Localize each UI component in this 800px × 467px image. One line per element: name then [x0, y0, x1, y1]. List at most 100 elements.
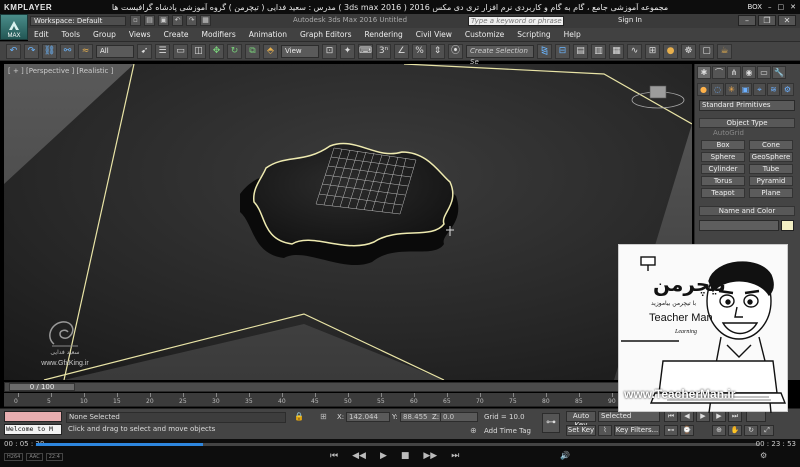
- perspective-viewport[interactable]: [ + ] [Perspective ] [Realistic ]: [4, 64, 692, 380]
- viewport-label[interactable]: [ + ] [Perspective ] [Realistic ]: [8, 67, 113, 75]
- minimize-icon[interactable]: –: [738, 15, 756, 26]
- listener-output[interactable]: Welcome to M: [4, 424, 62, 435]
- menu-animation[interactable]: Animation: [249, 30, 287, 39]
- maxscript-mini-listener[interactable]: [4, 411, 62, 422]
- pivot-center-icon[interactable]: ⊡: [322, 43, 337, 59]
- ribbon-icon[interactable]: ▦: [609, 43, 624, 59]
- zoom-extents-icon[interactable]: ⊕: [712, 425, 726, 436]
- redo-icon[interactable]: ↷: [186, 15, 197, 26]
- sphere-button[interactable]: Sphere: [701, 152, 745, 162]
- motion-tab-icon[interactable]: ◉: [742, 66, 756, 79]
- hierarchy-tab-icon[interactable]: ⋔: [727, 66, 741, 79]
- pan-view-icon[interactable]: ✋: [728, 425, 742, 436]
- orbit-icon[interactable]: ↻: [744, 425, 758, 436]
- time-slider[interactable]: 0 / 100: [4, 382, 692, 392]
- render-production-icon[interactable]: ☕: [717, 43, 732, 59]
- utilities-tab-icon[interactable]: 🔧: [772, 66, 786, 79]
- name-and-color-rollout[interactable]: Name and Color: [699, 206, 795, 216]
- object-name-input[interactable]: [699, 220, 779, 231]
- spinner-snap-icon[interactable]: ⇕: [430, 43, 445, 59]
- z-coordinate-field[interactable]: 0.0: [440, 412, 478, 422]
- scene-explorer-icon[interactable]: ▥: [591, 43, 606, 59]
- render-setup-icon[interactable]: ☸: [681, 43, 696, 59]
- helpers-icon[interactable]: ⌖: [753, 83, 766, 96]
- rendered-frame-window-icon[interactable]: ▢: [699, 43, 714, 59]
- unlink-icon[interactable]: ⚯: [60, 43, 75, 59]
- player-close-icon[interactable]: ✕: [790, 3, 796, 11]
- percent-snap-icon[interactable]: %: [412, 43, 427, 59]
- set-key-button[interactable]: Set Key: [566, 425, 596, 436]
- player-stop-icon[interactable]: ■: [401, 451, 410, 461]
- menu-modifiers[interactable]: Modifiers: [202, 30, 236, 39]
- time-tag-icon[interactable]: ⊕: [470, 426, 477, 435]
- player-rewind-icon[interactable]: ◀◀: [352, 451, 366, 461]
- lock-selection-icon[interactable]: 🔒: [294, 412, 304, 421]
- seek-bar[interactable]: [36, 443, 760, 446]
- menu-edit[interactable]: Edit: [34, 30, 49, 39]
- workspace-dropdown[interactable]: Workspace: Default: [30, 16, 126, 26]
- edit-named-selection-icon[interactable]: ⦿: [448, 43, 463, 59]
- redo-toolbar-icon[interactable]: ↷: [24, 43, 39, 59]
- player-minimize-icon[interactable]: –: [768, 3, 772, 11]
- selection-filter-dropdown[interactable]: All: [96, 44, 134, 58]
- mirror-icon[interactable]: ⧎: [537, 43, 552, 59]
- named-selection-sets-dropdown[interactable]: Create Selection Se: [466, 44, 534, 66]
- tube-button[interactable]: Tube: [749, 164, 793, 174]
- pyramid-button[interactable]: Pyramid: [749, 176, 793, 186]
- project-folder-icon[interactable]: ▦: [200, 15, 211, 26]
- move-icon[interactable]: ✥: [209, 43, 224, 59]
- player-play-icon[interactable]: ▶: [380, 451, 387, 461]
- key-filters-button[interactable]: Key Filters...: [614, 425, 660, 436]
- angle-snap-icon[interactable]: ∠: [394, 43, 409, 59]
- add-time-tag-button[interactable]: Add Time Tag: [484, 427, 531, 435]
- app-menu-button[interactable]: MAX: [0, 14, 28, 40]
- link-icon[interactable]: ⛓: [42, 43, 57, 59]
- object-type-rollout[interactable]: Object Type: [699, 118, 795, 128]
- maximize-viewport-icon[interactable]: ⤢: [760, 425, 774, 436]
- x-coordinate-field[interactable]: 142.044: [346, 412, 390, 422]
- torus-button[interactable]: Torus: [701, 176, 745, 186]
- align-icon[interactable]: ⊟: [555, 43, 570, 59]
- display-tab-icon[interactable]: ▭: [757, 66, 771, 79]
- bind-space-warp-icon[interactable]: ≈: [78, 43, 93, 59]
- material-editor-icon[interactable]: ●: [663, 43, 678, 59]
- menu-rendering[interactable]: Rendering: [364, 30, 402, 39]
- box-button[interactable]: Box: [701, 140, 745, 150]
- undo-icon[interactable]: ↶: [172, 15, 183, 26]
- default-in-out-tangent-icon[interactable]: ⌇: [598, 425, 612, 436]
- menu-help[interactable]: Help: [564, 30, 581, 39]
- auto-key-button[interactable]: Auto Key: [566, 411, 596, 429]
- time-configuration-icon[interactable]: ⌚: [680, 425, 694, 436]
- menu-scripting[interactable]: Scripting: [517, 30, 550, 39]
- autogrid-checkbox[interactable]: AutoGrid: [713, 129, 744, 137]
- undo-toolbar-icon[interactable]: ↶: [6, 43, 21, 59]
- time-slider-thumb[interactable]: 0 / 100: [9, 383, 75, 391]
- volume-icon[interactable]: 🔊: [560, 451, 570, 460]
- lights-icon[interactable]: ✳: [725, 83, 738, 96]
- select-by-name-icon[interactable]: ☰: [155, 43, 170, 59]
- close-icon[interactable]: ✕: [778, 15, 796, 26]
- window-crossing-icon[interactable]: ◫: [191, 43, 206, 59]
- rotate-icon[interactable]: ↻: [227, 43, 242, 59]
- menu-create[interactable]: Create: [164, 30, 189, 39]
- cameras-icon[interactable]: ▣: [739, 83, 752, 96]
- menu-views[interactable]: Views: [129, 30, 151, 39]
- menu-customize[interactable]: Customize: [465, 30, 504, 39]
- create-tab-icon[interactable]: ✱: [697, 66, 711, 79]
- modify-tab-icon[interactable]: ⌒: [712, 66, 726, 79]
- curve-editor-icon[interactable]: ∿: [627, 43, 642, 59]
- systems-icon[interactable]: ⚙: [781, 83, 794, 96]
- snap-toggle-icon[interactable]: 3ⁿ: [376, 43, 391, 59]
- player-box-label[interactable]: BOX: [747, 3, 762, 11]
- layer-explorer-icon[interactable]: ▤: [573, 43, 588, 59]
- geometry-icon[interactable]: ●: [697, 83, 710, 96]
- cylinder-button[interactable]: Cylinder: [701, 164, 745, 174]
- menu-civil-view[interactable]: Civil View: [416, 30, 452, 39]
- menu-graph-editors[interactable]: Graph Editors: [300, 30, 352, 39]
- new-file-icon[interactable]: ▫: [130, 15, 141, 26]
- rectangular-selection-icon[interactable]: ▭: [173, 43, 188, 59]
- primitive-type-dropdown[interactable]: Standard Primitives: [699, 100, 795, 111]
- reference-coordinate-dropdown[interactable]: View: [281, 44, 319, 58]
- help-search-input[interactable]: Type a keyword or phrase: [468, 16, 564, 26]
- open-file-icon[interactable]: ▤: [144, 15, 155, 26]
